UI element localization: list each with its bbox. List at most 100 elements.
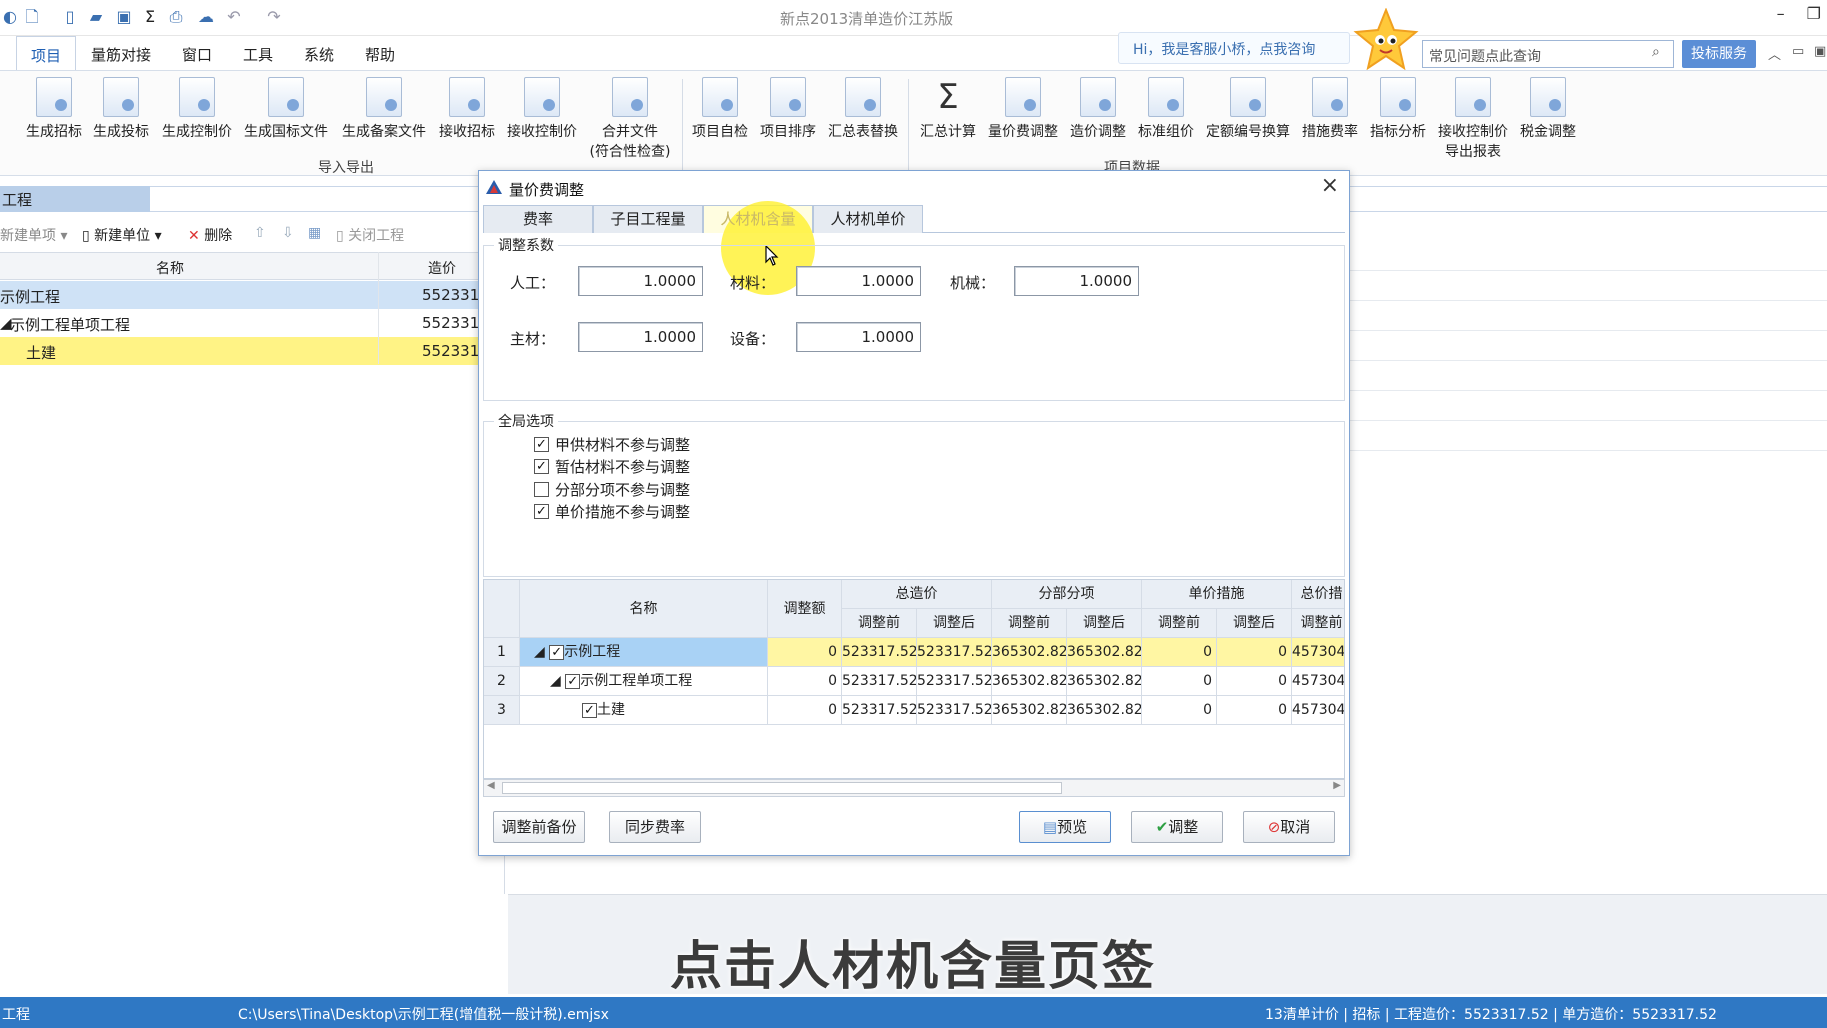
checkbox[interactable]	[534, 482, 549, 497]
close-icon[interactable]: ×	[1321, 173, 1339, 198]
copy-icon[interactable]: ▦	[308, 225, 321, 241]
ribbon-quota-convert[interactable]: 定额编号换算	[1202, 77, 1294, 141]
ribbon-project-sort[interactable]: 项目排序	[756, 77, 820, 141]
undo-icon[interactable]: ↶	[224, 7, 244, 27]
grid-row-name[interactable]: ◢ ✓ 示例工程单项工程	[520, 667, 768, 696]
grid-cell[interactable]: 0	[768, 696, 842, 725]
grid-cell[interactable]: 457304.	[1292, 667, 1344, 696]
grid-cell[interactable]: 0	[1217, 638, 1292, 667]
sum-icon[interactable]: Σ	[140, 7, 160, 27]
grid-cell[interactable]: 523317.52	[917, 667, 992, 696]
checkbox[interactable]: ✓	[534, 459, 549, 474]
ribbon-merge-file[interactable]: 合并文件 (符合性检查)	[584, 77, 676, 161]
ribbon-generate-bid[interactable]: 生成招标	[22, 77, 86, 141]
grid-row-name[interactable]: ✓ 土建	[520, 696, 768, 725]
tree-row[interactable]: 示例工程 5523317	[0, 281, 489, 309]
backup-before-adjust-button[interactable]: 调整前备份	[493, 811, 585, 843]
tree-row[interactable]: ◢ 示例工程单项工程 5523317	[0, 309, 489, 337]
restore-icon[interactable]: ▭	[1792, 44, 1804, 59]
collapse-ribbon-icon[interactable]: ︿	[1768, 44, 1781, 63]
grid-cell[interactable]: 0	[1142, 696, 1217, 725]
tab-fee-rate[interactable]: 费率	[483, 205, 593, 233]
save-icon[interactable]: ▣	[114, 7, 134, 27]
material-coef-input[interactable]: 1.0000	[796, 266, 921, 296]
grid-cell[interactable]: 457304.	[1292, 638, 1344, 667]
adjust-button[interactable]: ✔调整	[1131, 811, 1223, 843]
checkbox[interactable]: ✓	[549, 644, 565, 660]
ribbon-summary-calc[interactable]: Σ 汇总计算	[916, 77, 980, 141]
maximize-icon[interactable]: ❐	[1807, 4, 1821, 23]
ribbon-index-analysis[interactable]: 指标分析	[1366, 77, 1430, 141]
bid-service-button[interactable]: 投标服务	[1682, 40, 1756, 68]
menu-help[interactable]: 帮助	[365, 44, 395, 65]
grid-cell[interactable]: 523317.52	[917, 638, 992, 667]
ribbon-tax-adjust[interactable]: 税金调整	[1516, 77, 1580, 141]
grid-cell[interactable]: 0	[1142, 638, 1217, 667]
grid-row-name[interactable]: ◢ ✓ 示例工程	[520, 638, 768, 667]
grid-cell[interactable]: 457304.	[1292, 696, 1344, 725]
option-sub-items[interactable]: 分部分项不参与调整	[534, 479, 690, 500]
ribbon-receive-control-export[interactable]: 接收控制价 导出报表	[1434, 77, 1512, 161]
grid-cell[interactable]: 523317.52	[917, 696, 992, 725]
collapse-icon[interactable]: ◢	[550, 673, 561, 689]
move-up-icon[interactable]: ⇧	[254, 225, 266, 241]
grid-cell[interactable]: 0	[768, 667, 842, 696]
grid-cell[interactable]: 365302.82	[1067, 696, 1142, 725]
print-icon[interactable]: ⎙	[166, 7, 186, 27]
grid-cell[interactable]: 365302.82	[1067, 638, 1142, 667]
search-icon[interactable]: ⌕	[1652, 44, 1660, 60]
cancel-button[interactable]: ⊘取消	[1243, 811, 1335, 843]
ribbon-generate-gb-file[interactable]: 生成国标文件	[240, 77, 332, 141]
scroll-left-icon[interactable]: ◀	[487, 780, 495, 791]
grid-cell[interactable]: 0	[1142, 667, 1217, 696]
move-down-icon[interactable]: ⇩	[282, 225, 294, 241]
ribbon-generate-filing-file[interactable]: 生成备案文件	[338, 77, 430, 141]
menu-rebar-link[interactable]: 量筋对接	[91, 44, 151, 65]
grid-cell[interactable]: 365302.82	[1067, 667, 1142, 696]
ribbon-receive-bid[interactable]: 接收招标	[435, 77, 499, 141]
assistant-bubble[interactable]: Hi，我是客服小桥，点我咨询	[1118, 32, 1350, 64]
checkbox[interactable]: ✓	[534, 504, 549, 519]
close-project-button[interactable]: ▯ 关闭工程	[336, 225, 404, 245]
machine-coef-input[interactable]: 1.0000	[1014, 266, 1139, 296]
preview-button[interactable]: ▤预览	[1019, 811, 1111, 843]
new-doc-icon[interactable]: ▯	[60, 7, 80, 27]
ribbon-generate-tender[interactable]: 生成投标	[89, 77, 153, 141]
ribbon-receive-control-price[interactable]: 接收控制价	[503, 77, 581, 141]
checkbox[interactable]: ✓	[582, 702, 597, 718]
menu-project[interactable]: 项目	[16, 36, 77, 70]
labor-coef-input[interactable]: 1.0000	[578, 266, 703, 296]
sync-fee-rate-button[interactable]: 同步费率	[609, 811, 701, 843]
tab-labor-material-machine-price[interactable]: 人材机单价	[813, 205, 923, 233]
grid-cell[interactable]: 0	[768, 638, 842, 667]
grid-cell[interactable]: 365302.82	[992, 667, 1067, 696]
delete-button[interactable]: ✕ 删除	[188, 225, 232, 245]
cloud-icon[interactable]: ☁	[196, 7, 216, 27]
main-material-coef-input[interactable]: 1.0000	[578, 322, 703, 352]
grid-cell[interactable]: 523317.52	[842, 696, 917, 725]
ribbon-summary-replace[interactable]: 汇总表替换	[824, 77, 902, 141]
grid-cell[interactable]: 523317.52	[842, 667, 917, 696]
option-supplied-material[interactable]: ✓ 甲供材料不参与调整	[534, 434, 690, 455]
menu-system[interactable]: 系统	[304, 44, 334, 65]
option-unit-price-measures[interactable]: ✓ 单价措施不参与调整	[534, 501, 690, 522]
redo-icon[interactable]: ↷	[264, 7, 284, 27]
minimize-icon[interactable]: –	[1777, 4, 1785, 23]
checkbox[interactable]: ✓	[534, 437, 549, 452]
scroll-right-icon[interactable]: ▶	[1333, 780, 1341, 791]
ribbon-qty-price-fee-adjust[interactable]: 量价费调整	[984, 77, 1062, 141]
collapse-icon[interactable]: ◢	[534, 644, 545, 660]
grid-cell[interactable]: 0	[1217, 667, 1292, 696]
ribbon-generate-control-price[interactable]: 生成控制价	[158, 77, 236, 141]
open-folder-icon[interactable]: ▰	[86, 7, 106, 27]
tree-row[interactable]: 土建 5523317	[0, 337, 489, 365]
search-input[interactable]: 常见问题点此查询	[1422, 40, 1674, 68]
checkbox[interactable]: ✓	[565, 673, 581, 689]
menu-tools[interactable]: 工具	[243, 44, 273, 65]
tab-item-quantity[interactable]: 子目工程量	[593, 205, 703, 233]
ribbon-standard-pricing[interactable]: 标准组价	[1134, 77, 1198, 141]
ribbon-measure-rate[interactable]: 措施费率	[1298, 77, 1362, 141]
new-unit-button[interactable]: ▯ 新建单位 ▾	[82, 225, 162, 245]
grid-cell[interactable]: 0	[1217, 696, 1292, 725]
ribbon-project-check[interactable]: 项目自检	[688, 77, 752, 141]
